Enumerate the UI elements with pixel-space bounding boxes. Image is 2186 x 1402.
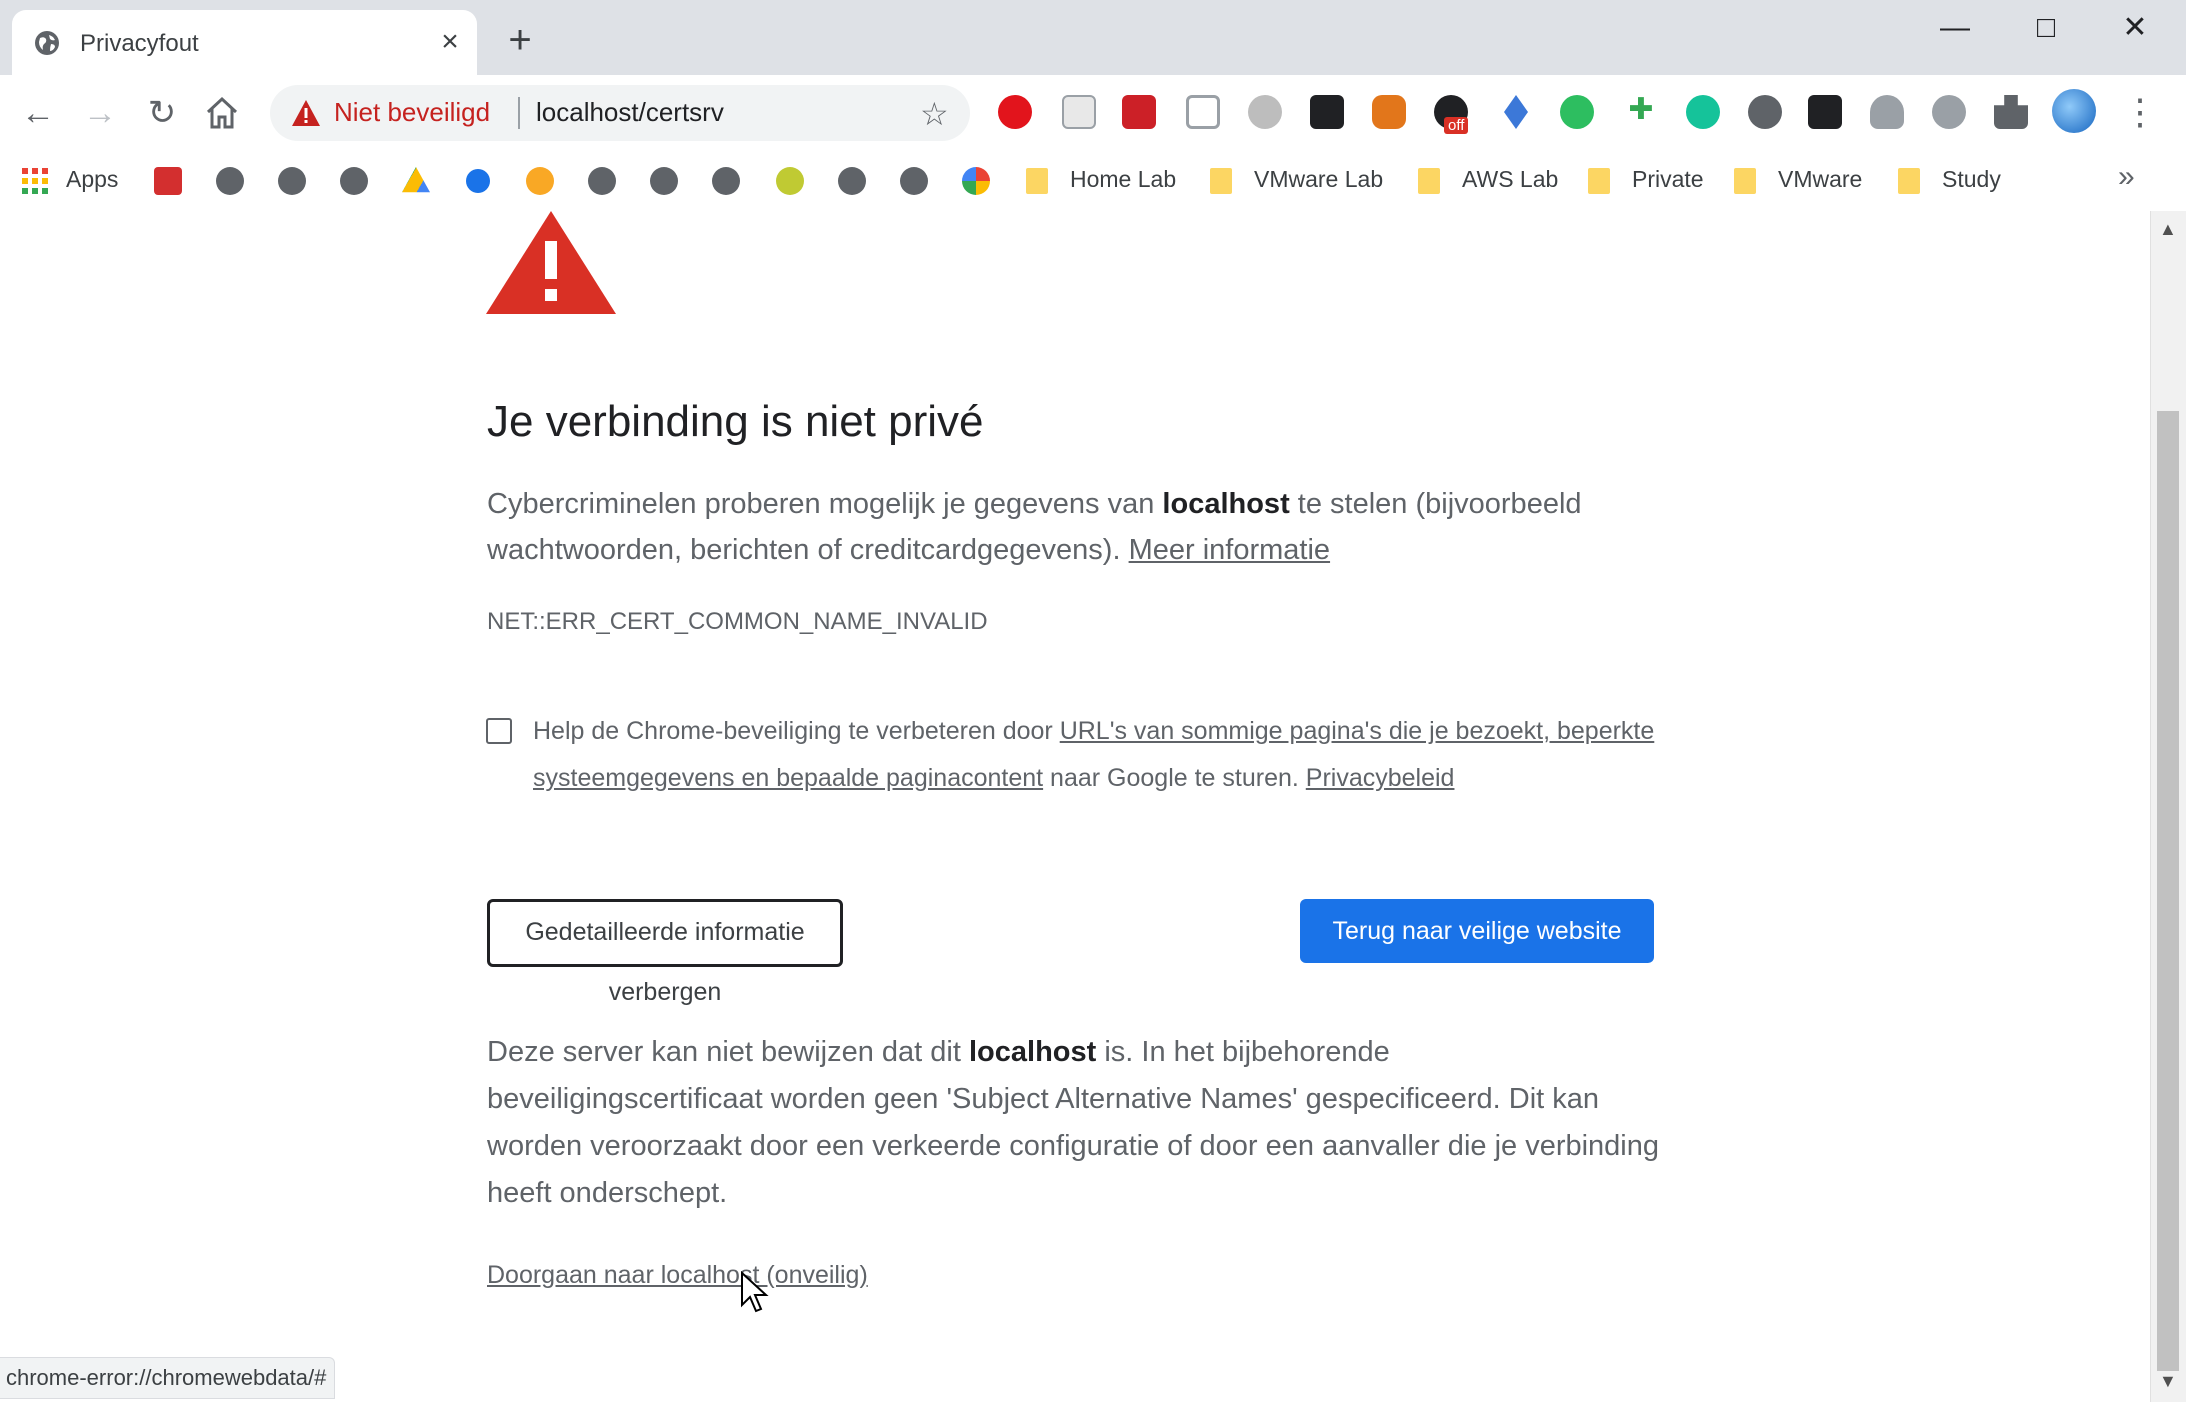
ethereum-icon[interactable]: [1504, 95, 1528, 129]
more-info-link[interactable]: Meer informatie: [1129, 534, 1330, 566]
bookmark-blue-dot-icon[interactable]: [466, 169, 490, 193]
camera-icon[interactable]: [1186, 95, 1220, 129]
tab-strip: Privacyfout × + — □ ✕: [0, 0, 2186, 75]
bookmark-star-icon[interactable]: ☆: [920, 95, 949, 133]
page-title: Je verbinding is niet privé: [487, 397, 984, 446]
proceed-unsafe-link[interactable]: Doorgaan naar localhost (onveilig): [487, 1261, 868, 1290]
bookmark-globe-icon[interactable]: [588, 167, 616, 195]
back-arrow-icon[interactable]: ←: [16, 91, 60, 135]
bookmark-apps[interactable]: Apps: [22, 161, 118, 197]
bookmark-globe-icon[interactable]: [712, 167, 740, 195]
plus-icon[interactable]: ✚: [1624, 95, 1658, 129]
scroll-down-icon[interactable]: ▼: [2159, 1371, 2177, 1392]
security-status[interactable]: Niet beveiligd: [334, 97, 490, 128]
scroll-up-icon[interactable]: ▲: [2159, 219, 2177, 240]
status-bar: chrome-error://chromewebdata/#: [0, 1357, 336, 1399]
apps-grid-icon: [22, 167, 48, 194]
bookmark-folder-aws-lab[interactable]: AWS Lab: [1418, 161, 1558, 197]
google-drive-icon[interactable]: [402, 167, 430, 193]
new-tab-icon[interactable]: +: [500, 20, 540, 60]
puzzle-icon[interactable]: [1994, 95, 2028, 129]
bookmark-colorwheel-icon[interactable]: [962, 167, 990, 195]
tab-title: Privacyfout: [80, 30, 199, 57]
evernote-icon[interactable]: [1560, 95, 1594, 129]
folder-icon: [1026, 167, 1048, 194]
menu-kebab-icon[interactable]: ⋮: [2120, 91, 2160, 133]
bookmark-lime-icon[interactable]: [776, 167, 804, 195]
omnibox-divider: [518, 97, 520, 129]
minimize-icon[interactable]: —: [1925, 8, 1985, 48]
warning-description: Cybercriminelen proberen mogelijk je geg…: [487, 488, 1582, 566]
bookmark-folder-vmware[interactable]: VMware: [1734, 161, 1862, 197]
details-description: Deze server kan niet bewijzen dat dit lo…: [487, 1036, 1660, 1209]
extension-off-badge: off: [1444, 117, 1469, 134]
bookmark-globe-icon[interactable]: [340, 167, 368, 195]
globe-icon: [35, 31, 59, 55]
host-name: localhost: [1162, 488, 1290, 520]
bookmark-globe-icon[interactable]: [838, 167, 866, 195]
privacy-policy-link[interactable]: Privacybeleid: [1306, 764, 1455, 792]
bookmark-red-icon[interactable]: [154, 167, 182, 195]
bookmark-orange-globe-icon[interactable]: [526, 167, 554, 195]
host-name: localhost: [968, 1036, 1097, 1068]
bug-icon[interactable]: [1248, 95, 1282, 129]
address-bar[interactable]: Niet beveiligd localhost/certsrv ☆: [270, 85, 970, 141]
moon-icon[interactable]: [1748, 95, 1782, 129]
metamask-icon[interactable]: [1372, 95, 1406, 129]
warning-icon: [292, 100, 320, 126]
url-text[interactable]: localhost/certsrv: [536, 97, 724, 128]
bookmark-globe-icon[interactable]: [650, 167, 678, 195]
grid-icon[interactable]: [1062, 95, 1096, 129]
bookmark-globe-icon[interactable]: [900, 167, 928, 195]
home-icon[interactable]: [204, 95, 240, 131]
folder-icon: [1734, 167, 1756, 194]
tab-close-icon[interactable]: ×: [432, 24, 468, 60]
c-icon[interactable]: [1932, 95, 1966, 129]
black-box-icon[interactable]: [1808, 95, 1842, 129]
grammarly-icon[interactable]: [1686, 95, 1720, 129]
bookmark-folder-home-lab[interactable]: Home Lab: [1026, 161, 1176, 197]
large-warning-icon: [486, 211, 616, 314]
bookmarks-bar: Apps Home Lab VMware Lab AWS Lab Private…: [0, 151, 2186, 212]
folder-icon: [1418, 167, 1440, 194]
mask-icon[interactable]: [1310, 95, 1344, 129]
bookmark-globe-icon[interactable]: [278, 167, 306, 195]
reload-icon[interactable]: ↻: [140, 91, 184, 135]
lastpass-icon[interactable]: [1122, 95, 1156, 129]
window-close-icon[interactable]: ✕: [2105, 8, 2165, 48]
safe-browsing-label: Help de Chrome-beveiliging te verbeteren…: [533, 717, 1655, 792]
opera-icon[interactable]: [998, 95, 1032, 129]
bookmark-apps-label: Apps: [66, 166, 119, 192]
folder-icon: [1210, 167, 1232, 194]
page-content: Je verbinding is niet privé Cybercrimine…: [0, 211, 2150, 1402]
toolbar: ← → ↻ Niet beveiligd localhost/certsrv ☆…: [0, 75, 2186, 151]
hand-icon[interactable]: [1870, 95, 1904, 129]
hide-details-button[interactable]: Gedetailleerde informatie verbergen: [487, 899, 843, 1006]
mouse-cursor-icon: [741, 1271, 769, 1313]
bookmark-folder-study[interactable]: Study: [1898, 161, 2001, 197]
bookmark-folder-vmware-lab[interactable]: VMware Lab: [1210, 161, 1383, 197]
forward-arrow-icon[interactable]: →: [78, 91, 122, 135]
tab-privacyfout[interactable]: Privacyfout ×: [12, 10, 477, 75]
scrollbar-thumb[interactable]: [2157, 411, 2179, 1371]
bookmark-globe-icon[interactable]: [216, 167, 244, 195]
error-code: NET::ERR_CERT_COMMON_NAME_INVALID: [487, 608, 988, 635]
bookmarks-overflow-icon[interactable]: »: [2118, 160, 2135, 194]
back-to-safety-button[interactable]: Terug naar veilige website: [1300, 899, 1654, 963]
bookmark-folder-private[interactable]: Private: [1588, 161, 1704, 197]
folder-icon: [1898, 167, 1920, 194]
vertical-scrollbar[interactable]: ▲ ▼: [2150, 211, 2186, 1402]
maximize-icon[interactable]: □: [2016, 8, 2076, 48]
profile-avatar[interactable]: [2052, 89, 2096, 133]
safe-browsing-checkbox[interactable]: [486, 718, 512, 744]
folder-icon: [1588, 167, 1610, 194]
